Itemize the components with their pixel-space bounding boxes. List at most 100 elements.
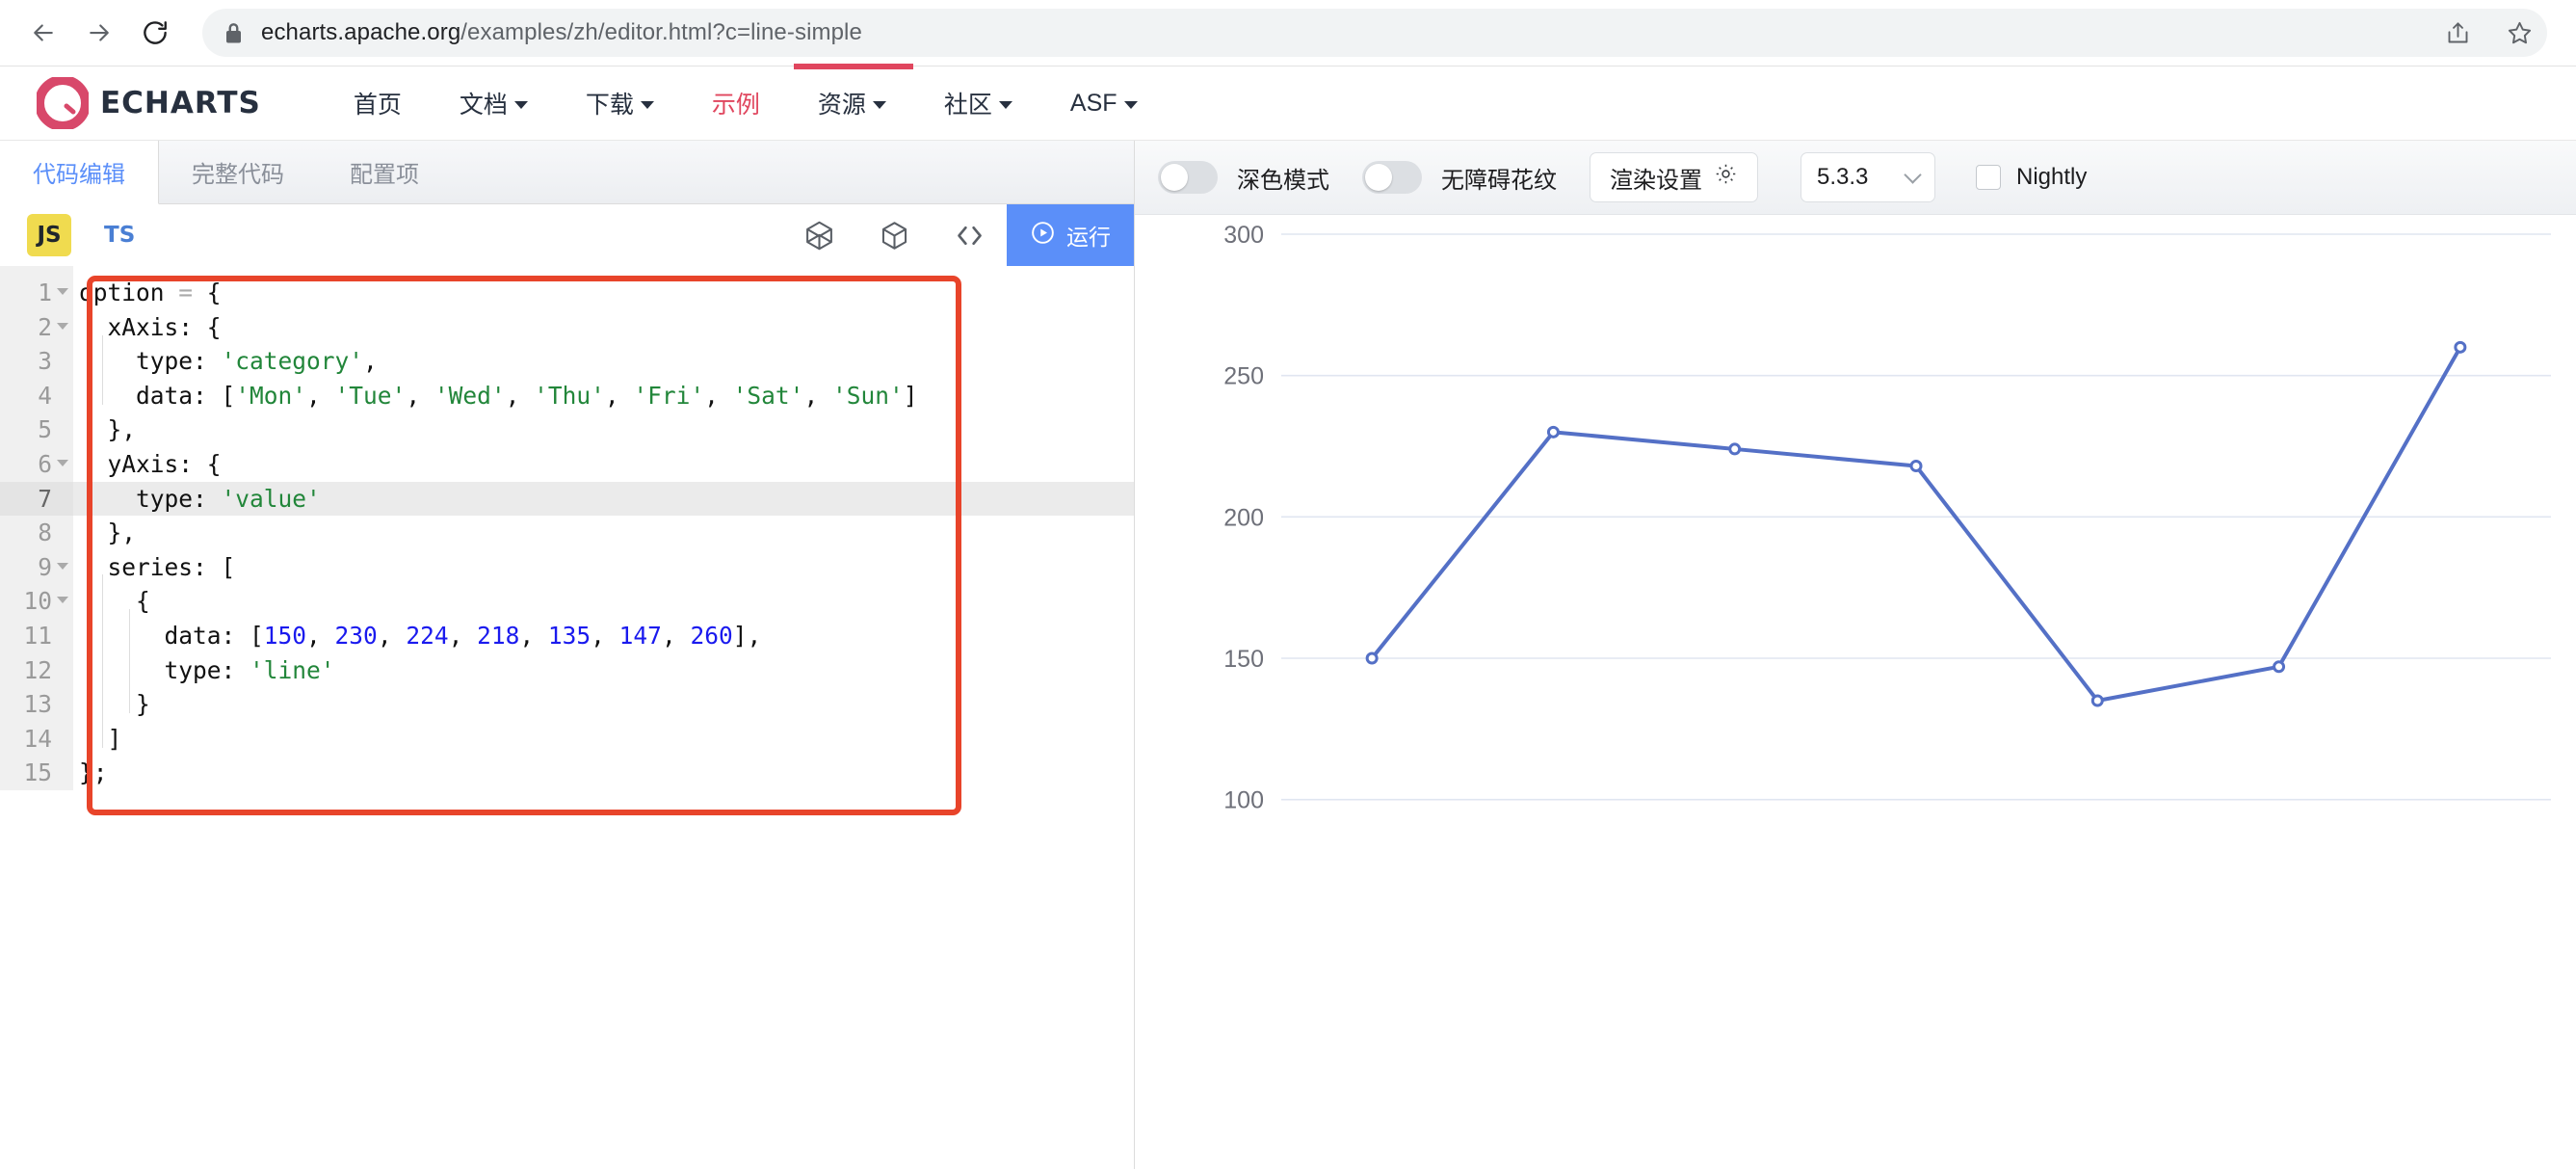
code-line[interactable]: ] bbox=[73, 722, 1134, 757]
chart-preview[interactable]: 100 150 200 250 300 bbox=[1135, 215, 2576, 1169]
preview-toolbar: 深色模式 无障碍花纹 渲染设置 5.3.3 Nightly bbox=[1135, 141, 2576, 215]
run-button-label: 运行 bbox=[1066, 225, 1111, 250]
reload-icon bbox=[141, 18, 170, 47]
code-line[interactable]: }, bbox=[73, 516, 1134, 550]
code-line[interactable]: series: [ bbox=[73, 550, 1134, 585]
dark-mode-toggle[interactable] bbox=[1158, 161, 1218, 194]
nav-item-asf[interactable]: ASF bbox=[1041, 90, 1167, 118]
code-line[interactable]: type: 'value' bbox=[73, 481, 1134, 517]
gem-icon[interactable] bbox=[781, 204, 856, 266]
line-number: 7 bbox=[0, 481, 73, 517]
code-line[interactable]: }; bbox=[73, 756, 1134, 790]
page-progress-accent bbox=[794, 64, 913, 69]
y-axis-tick-label: 100 bbox=[1223, 787, 1264, 814]
site-nav: 首页 文档 下载 示例 资源 社区 ASF bbox=[325, 86, 1167, 120]
data-point[interactable] bbox=[1546, 425, 1560, 439]
reload-button[interactable] bbox=[133, 11, 177, 55]
site-header: ECHARTS 首页 文档 下载 示例 资源 社区 ASF bbox=[0, 64, 2576, 141]
data-point[interactable] bbox=[2454, 340, 2467, 354]
nightly-label: Nightly bbox=[2016, 164, 2088, 190]
code-line[interactable]: }, bbox=[73, 412, 1134, 447]
cube-icon[interactable] bbox=[856, 204, 932, 266]
nav-label: 示例 bbox=[711, 92, 760, 119]
data-point[interactable] bbox=[1909, 460, 1923, 473]
tab-label: 完整代码 bbox=[192, 162, 284, 188]
nav-label: 社区 bbox=[943, 92, 992, 119]
line-number: 11 bbox=[23, 621, 52, 650]
editor-pane: 代码编辑 完整代码 配置项 JS TS 运行 1 2 3 4 5 6 7 8 9… bbox=[0, 141, 1135, 1169]
render-settings-label: 渲染设置 bbox=[1610, 167, 1702, 194]
code-content[interactable]: option = { xAxis: { type: 'category', da… bbox=[73, 266, 1134, 790]
share-icon[interactable] bbox=[2445, 20, 2471, 46]
editor-toolbar-actions: 运行 bbox=[781, 204, 1134, 266]
code-line[interactable]: } bbox=[73, 687, 1134, 722]
lang-ts-button[interactable]: TS bbox=[104, 223, 135, 248]
url-text: echarts.apache.org/examples/zh/editor.ht… bbox=[261, 19, 862, 46]
chevron-down-icon bbox=[1123, 101, 1138, 109]
nav-item-docs[interactable]: 文档 bbox=[431, 86, 557, 120]
line-number: 4 bbox=[38, 381, 52, 410]
fold-arrow-icon[interactable] bbox=[57, 562, 68, 570]
run-button[interactable]: 运行 bbox=[1007, 204, 1134, 266]
editor-toolbar: JS TS 运行 bbox=[0, 204, 1134, 266]
version-select[interactable]: 5.3.3 bbox=[1801, 152, 1935, 202]
tab-code-editor[interactable]: 代码编辑 bbox=[0, 141, 159, 204]
dark-mode-label: 深色模式 bbox=[1237, 167, 1329, 194]
code-line[interactable]: yAxis: { bbox=[73, 447, 1134, 482]
code-line[interactable]: data: [150, 230, 224, 218, 135, 147, 260… bbox=[73, 619, 1134, 653]
fold-arrow-icon[interactable] bbox=[57, 288, 68, 295]
url-path: /examples/zh/editor.html?c=line-simple bbox=[460, 19, 862, 45]
back-button[interactable] bbox=[21, 11, 66, 55]
chevron-down-icon bbox=[1904, 166, 1922, 184]
nav-item-download[interactable]: 下载 bbox=[557, 86, 683, 120]
fold-arrow-icon[interactable] bbox=[57, 459, 68, 466]
brand[interactable]: ECHARTS bbox=[35, 75, 261, 131]
code-line[interactable]: data: ['Mon', 'Tue', 'Wed', 'Thu', 'Fri'… bbox=[73, 379, 1134, 413]
code-line[interactable]: xAxis: { bbox=[73, 310, 1134, 345]
render-settings-button[interactable]: 渲染设置 bbox=[1590, 152, 1758, 202]
line-number: 2 bbox=[0, 310, 73, 345]
indent-guide bbox=[129, 609, 130, 713]
data-point[interactable] bbox=[2090, 694, 2104, 707]
line-number-gutter: 1 2 3 4 5 6 7 8 9 10 11 12 13 14 15 bbox=[0, 266, 73, 790]
data-point[interactable] bbox=[1365, 651, 1379, 665]
nav-item-home[interactable]: 首页 bbox=[325, 86, 431, 120]
nightly-checkbox-wrapper[interactable]: Nightly bbox=[1976, 164, 2087, 191]
line-number: 5 bbox=[38, 415, 52, 444]
nav-item-resources[interactable]: 资源 bbox=[789, 86, 915, 120]
nav-label: 下载 bbox=[585, 92, 634, 119]
tab-label: 代码编辑 bbox=[33, 162, 125, 188]
data-point[interactable] bbox=[1728, 442, 1742, 456]
chevron-down-icon bbox=[513, 101, 528, 109]
code-line[interactable]: option = { bbox=[73, 276, 1134, 310]
nav-item-examples[interactable]: 示例 bbox=[683, 86, 789, 120]
line-number: 8 bbox=[38, 519, 52, 547]
data-point[interactable] bbox=[2273, 660, 2286, 674]
nightly-checkbox[interactable] bbox=[1976, 165, 2001, 190]
y-axis-tick-label: 300 bbox=[1223, 222, 1264, 249]
code-line[interactable]: type: 'line' bbox=[73, 653, 1134, 688]
line-number: 14 bbox=[23, 724, 52, 753]
code-line[interactable]: type: 'category', bbox=[73, 344, 1134, 379]
code-line[interactable]: { bbox=[73, 584, 1134, 619]
forward-button[interactable] bbox=[77, 11, 121, 55]
code-editor[interactable]: 1 2 3 4 5 6 7 8 9 10 11 12 13 14 15 option = { xAxis: … bbox=[0, 266, 1134, 1169]
play-circle-icon bbox=[1030, 220, 1056, 252]
code-brackets-icon[interactable] bbox=[932, 204, 1007, 266]
chevron-down-icon bbox=[998, 101, 1012, 109]
nav-item-community[interactable]: 社区 bbox=[915, 86, 1041, 120]
fold-arrow-icon[interactable] bbox=[57, 597, 68, 604]
accessibility-pattern-toggle[interactable] bbox=[1362, 161, 1422, 194]
star-icon[interactable] bbox=[2506, 19, 2534, 47]
tab-full-code[interactable]: 完整代码 bbox=[159, 141, 317, 203]
line-number: 15 bbox=[23, 758, 52, 787]
lang-js-button[interactable]: JS bbox=[27, 214, 71, 256]
echarts-logo-icon bbox=[35, 75, 91, 131]
address-bar[interactable]: echarts.apache.org/examples/zh/editor.ht… bbox=[202, 9, 2547, 57]
fold-arrow-icon[interactable] bbox=[57, 322, 68, 330]
tab-options[interactable]: 配置项 bbox=[317, 141, 452, 203]
line-number: 10 bbox=[0, 584, 73, 619]
forward-arrow-icon bbox=[85, 18, 114, 47]
nav-label: 文档 bbox=[459, 92, 508, 119]
series-line bbox=[1370, 345, 2462, 703]
